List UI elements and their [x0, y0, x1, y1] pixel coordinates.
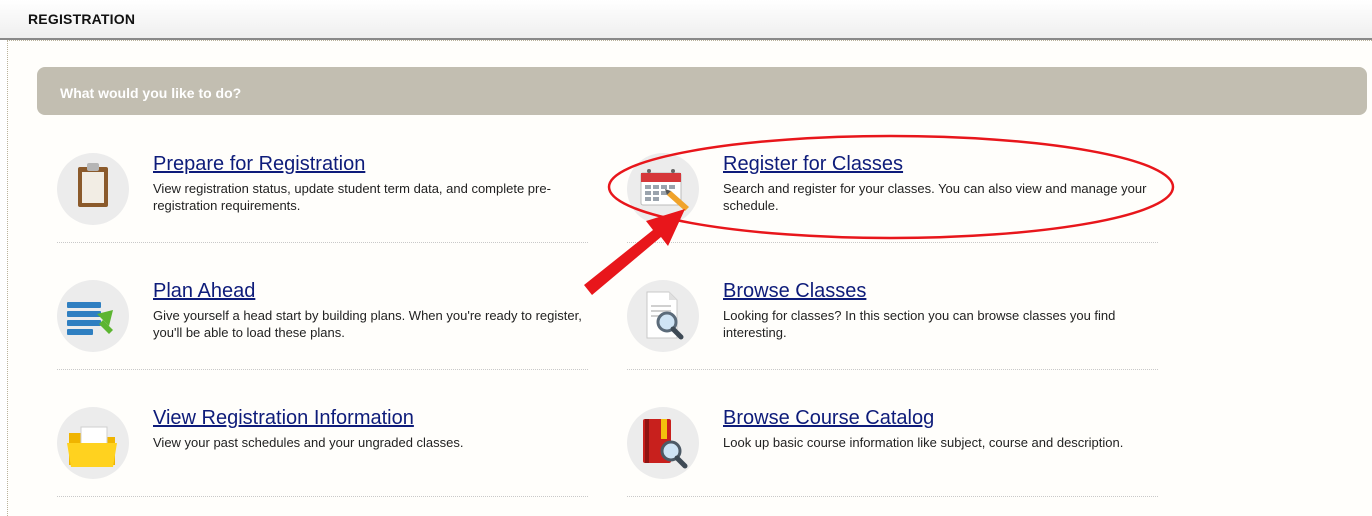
action-banner: What would you like to do? — [37, 67, 1367, 115]
banner-text: What would you like to do? — [60, 85, 242, 101]
browse-classes-description: Looking for classes? In this section you… — [723, 308, 1116, 340]
browse-classes-link[interactable]: Browse Classes — [723, 280, 866, 303]
divider — [627, 496, 1158, 497]
prepare-registration-description: View registration status, update student… — [153, 181, 551, 213]
divider — [57, 496, 588, 497]
register-classes-description: Search and register for your classes. Yo… — [723, 181, 1147, 213]
page-title: REGISTRATION — [28, 11, 136, 27]
clipboard-icon — [57, 153, 129, 225]
divider — [627, 242, 1158, 243]
menu-item-browse-course-catalog: Browse Course Catalog Look up basic cour… — [627, 407, 1162, 507]
divider — [57, 242, 588, 243]
prepare-registration-link[interactable]: Prepare for Registration — [153, 153, 365, 176]
book-search-icon — [627, 407, 699, 479]
plan-list-icon — [57, 280, 129, 352]
top-header-bar: REGISTRATION — [0, 0, 1372, 40]
folder-icon — [57, 407, 129, 479]
browse-course-catalog-link[interactable]: Browse Course Catalog — [723, 407, 934, 430]
plan-ahead-description: Give yourself a head start by building p… — [153, 308, 582, 340]
menu-item-browse-classes: Browse Classes Looking for classes? In t… — [627, 280, 1162, 380]
menu-item-plan-ahead: Plan Ahead Give yourself a head start by… — [57, 280, 592, 380]
calendar-pencil-icon — [627, 153, 699, 225]
menu-item-prepare-registration: Prepare for Registration View registrati… — [57, 153, 592, 253]
view-registration-information-description: View your past schedules and your ungrad… — [153, 435, 464, 450]
divider — [627, 369, 1158, 370]
divider — [57, 369, 588, 370]
browse-course-catalog-description: Look up basic course information like su… — [723, 435, 1124, 450]
menu-item-register-classes: Register for Classes Search and register… — [627, 153, 1162, 253]
view-registration-information-link[interactable]: View Registration Information — [153, 407, 414, 430]
document-search-icon — [627, 280, 699, 352]
plan-ahead-link[interactable]: Plan Ahead — [153, 280, 255, 303]
register-classes-link[interactable]: Register for Classes — [723, 153, 903, 176]
menu-item-view-registration-information: View Registration Information View your … — [57, 407, 592, 507]
